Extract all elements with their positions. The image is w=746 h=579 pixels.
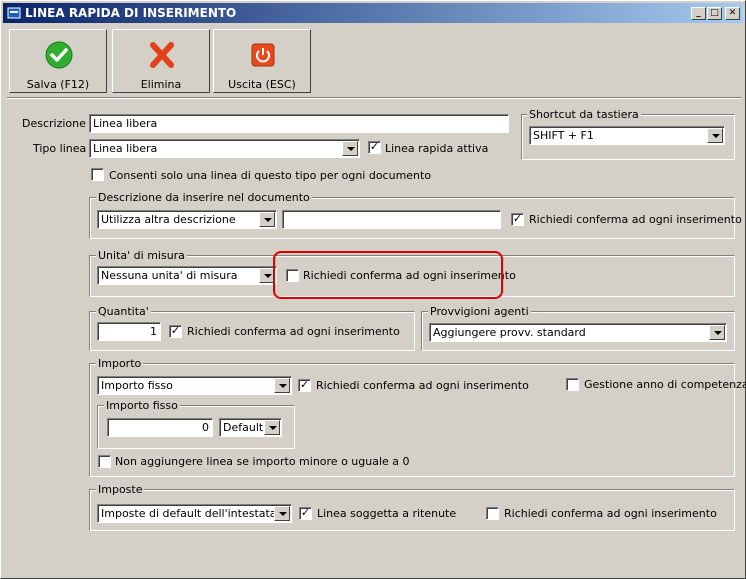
imposte-conferma-checkbox[interactable] xyxy=(486,507,499,520)
chevron-down-icon[interactable] xyxy=(259,212,275,227)
delete-button[interactable]: Elimina xyxy=(112,29,210,93)
title-bar[interactable]: LINEA RAPIDA DI INSERIMENTO _ □ ✕ xyxy=(3,3,743,23)
descrizione-input[interactable]: Linea libera xyxy=(89,114,509,133)
save-button[interactable]: Salva (F12) xyxy=(9,29,107,93)
window-title: LINEA RAPIDA DI INSERIMENTO xyxy=(25,6,237,20)
checkmark-icon xyxy=(45,41,73,69)
tipo-linea-label: Tipo linea : xyxy=(33,142,94,155)
close-button[interactable]: ✕ xyxy=(725,7,740,20)
importo-title: Importo xyxy=(96,357,144,370)
linea-attiva-label: Linea rapida attiva xyxy=(385,142,489,155)
exit-label: Uscita (ESC) xyxy=(228,78,296,91)
descrizione-doc-input[interactable] xyxy=(282,210,501,229)
non-aggiungere-label: Non aggiungere linea se importo minore o… xyxy=(115,455,410,468)
linea-attiva-checkbox[interactable]: ✓ xyxy=(368,141,381,154)
shortcut-group-title: Shortcut da tastiera xyxy=(527,108,641,121)
importo-fisso-title: Importo fisso xyxy=(104,399,180,412)
dialog-window: LINEA RAPIDA DI INSERIMENTO _ □ ✕ Salva … xyxy=(0,0,746,579)
chevron-down-icon[interactable] xyxy=(707,128,723,143)
quantita-conferma-checkbox[interactable]: ✓ xyxy=(169,325,182,338)
app-icon xyxy=(7,7,21,19)
importo-conferma-checkbox[interactable]: ✓ xyxy=(298,379,311,392)
power-icon xyxy=(251,43,275,67)
quantita-conferma-label: Richiedi conferma ad ogni inserimento xyxy=(187,325,400,338)
maximize-button[interactable]: □ xyxy=(707,7,722,20)
unita-title: Unita' di misura xyxy=(96,249,187,262)
minimize-button[interactable]: _ xyxy=(691,7,706,20)
descrizione-doc-select[interactable]: Utilizza altra descrizione xyxy=(97,210,277,229)
chevron-down-icon[interactable] xyxy=(264,420,280,435)
delete-label: Elimina xyxy=(140,78,182,91)
delete-x-icon xyxy=(150,42,174,68)
descrizione-label: Descrizione : xyxy=(22,117,94,130)
descrizione-doc-title: Descrizione da inserire nel documento xyxy=(96,191,312,204)
non-aggiungere-checkbox[interactable] xyxy=(98,455,111,468)
provvigioni-title: Provvigioni agenti xyxy=(428,305,531,318)
imposte-conferma-label: Richiedi conferma ad ogni inserimento xyxy=(504,507,717,520)
quantita-title: Quantita' xyxy=(96,305,151,318)
quantita-input[interactable]: 1 xyxy=(97,322,161,341)
importo-fisso-select[interactable]: Default xyxy=(219,418,282,437)
chevron-down-icon[interactable] xyxy=(274,506,290,521)
consenti-label: Consenti solo una linea di questo tipo p… xyxy=(109,169,432,182)
importo-conferma-label: Richiedi conferma ad ogni inserimento xyxy=(316,379,529,392)
chevron-down-icon[interactable] xyxy=(342,141,358,156)
chevron-down-icon[interactable] xyxy=(274,378,290,393)
highlight-annotation xyxy=(273,251,503,299)
descrizione-doc-conferma-checkbox[interactable]: ✓ xyxy=(511,213,524,226)
descrizione-doc-conferma-label: Richiedi conferma ad ogni inserimento xyxy=(529,213,742,226)
ritenute-checkbox[interactable]: ✓ xyxy=(299,507,312,520)
provvigioni-select[interactable]: Aggiungere provv. standard xyxy=(429,323,727,342)
unita-select[interactable]: Nessuna unita' di misura xyxy=(97,266,277,285)
consenti-checkbox[interactable] xyxy=(91,168,104,181)
tipo-linea-select[interactable]: Linea libera xyxy=(89,139,360,158)
save-label: Salva (F12) xyxy=(26,78,90,91)
ritenute-label: Linea soggetta a ritenute xyxy=(317,507,457,520)
gestione-anno-label: Gestione anno di competenza xyxy=(584,378,746,391)
toolbar-separator xyxy=(7,97,741,99)
importo-fisso-input[interactable]: 0 xyxy=(107,418,213,437)
exit-button[interactable]: Uscita (ESC) xyxy=(213,29,311,93)
chevron-down-icon[interactable] xyxy=(709,325,725,340)
importo-select[interactable]: Importo fisso xyxy=(97,376,292,395)
shortcut-select[interactable]: SHIFT + F1 xyxy=(529,126,725,145)
imposte-select[interactable]: Imposte di default dell'intestatario xyxy=(97,504,292,523)
imposte-title: Imposte xyxy=(96,483,145,496)
gestione-anno-checkbox[interactable] xyxy=(566,378,579,391)
